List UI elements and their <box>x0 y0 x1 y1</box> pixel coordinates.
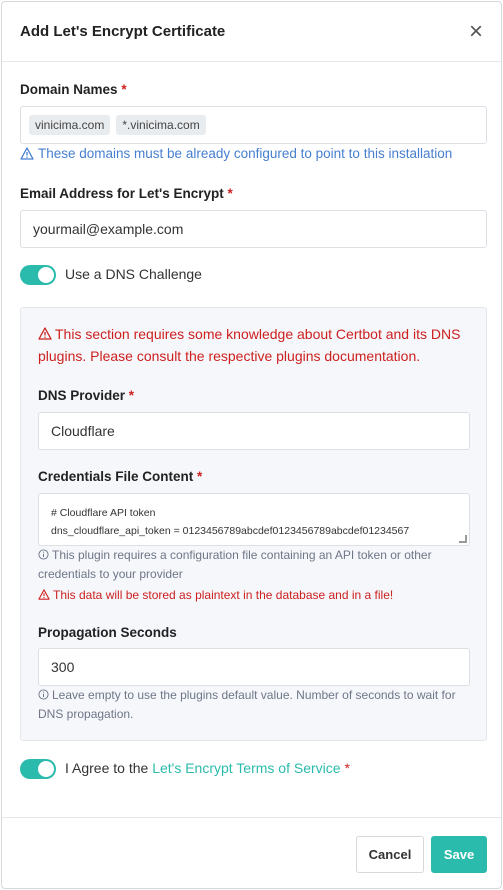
email-label: Email Address for Let's Encrypt * <box>20 186 233 201</box>
domain-tag[interactable]: vinicima.com <box>29 115 111 135</box>
credentials-label: Credentials File Content * <box>38 469 203 484</box>
save-button[interactable]: Save <box>431 836 487 873</box>
dns-provider-label: DNS Provider * <box>38 388 135 403</box>
add-certificate-modal: Add Let's Encrypt Certificate × Domain N… <box>1 1 502 889</box>
modal-title: Add Let's Encrypt Certificate <box>20 23 226 40</box>
cancel-button[interactable]: Cancel <box>356 836 424 873</box>
resize-handle[interactable] <box>459 535 467 543</box>
domain-tag[interactable]: *.vinicima.com <box>116 115 206 135</box>
alert-triangle-icon <box>38 327 52 340</box>
dns-warning: This section requires some knowledge abo… <box>38 326 461 364</box>
credentials-warning: This data will be stored as plaintext in… <box>38 588 393 602</box>
dns-provider-select[interactable]: Cloudflare <box>38 412 470 450</box>
modal-footer: Cancel Save <box>2 817 501 890</box>
propagation-label: Propagation Seconds <box>38 625 177 640</box>
domain-names-input[interactable]: vinicima.com *.vinicima.com <box>20 106 487 144</box>
modal-header: Add Let's Encrypt Certificate × <box>2 2 501 62</box>
dns-challenge-panel: This section requires some knowledge abo… <box>20 307 487 741</box>
info-circle-icon <box>38 689 49 700</box>
alert-triangle-icon <box>38 589 50 600</box>
dns-challenge-label: Use a DNS Challenge <box>65 266 202 282</box>
agree-tos-label: I Agree to the Let's Encrypt Terms of Se… <box>65 760 350 776</box>
credentials-info: This plugin requires a configuration fil… <box>38 548 432 581</box>
propagation-info: Leave empty to use the plugins default v… <box>38 688 456 721</box>
email-field[interactable]: yourmail@example.com <box>20 210 487 248</box>
close-icon[interactable]: × <box>469 19 483 44</box>
domain-names-label: Domain Names * <box>20 82 127 97</box>
credentials-textarea[interactable]: # Cloudflare API token dns_cloudflare_ap… <box>38 493 470 546</box>
alert-triangle-icon <box>20 147 34 160</box>
tos-link[interactable]: Let's Encrypt Terms of Service <box>152 760 340 776</box>
email-value: yourmail@example.com <box>33 221 184 237</box>
dns-challenge-toggle[interactable] <box>20 265 56 285</box>
agree-tos-toggle[interactable] <box>20 759 56 779</box>
info-circle-icon <box>38 549 49 560</box>
propagation-seconds-input[interactable]: 300 <box>38 648 470 686</box>
domain-hint: These domains must be already configured… <box>20 146 452 161</box>
